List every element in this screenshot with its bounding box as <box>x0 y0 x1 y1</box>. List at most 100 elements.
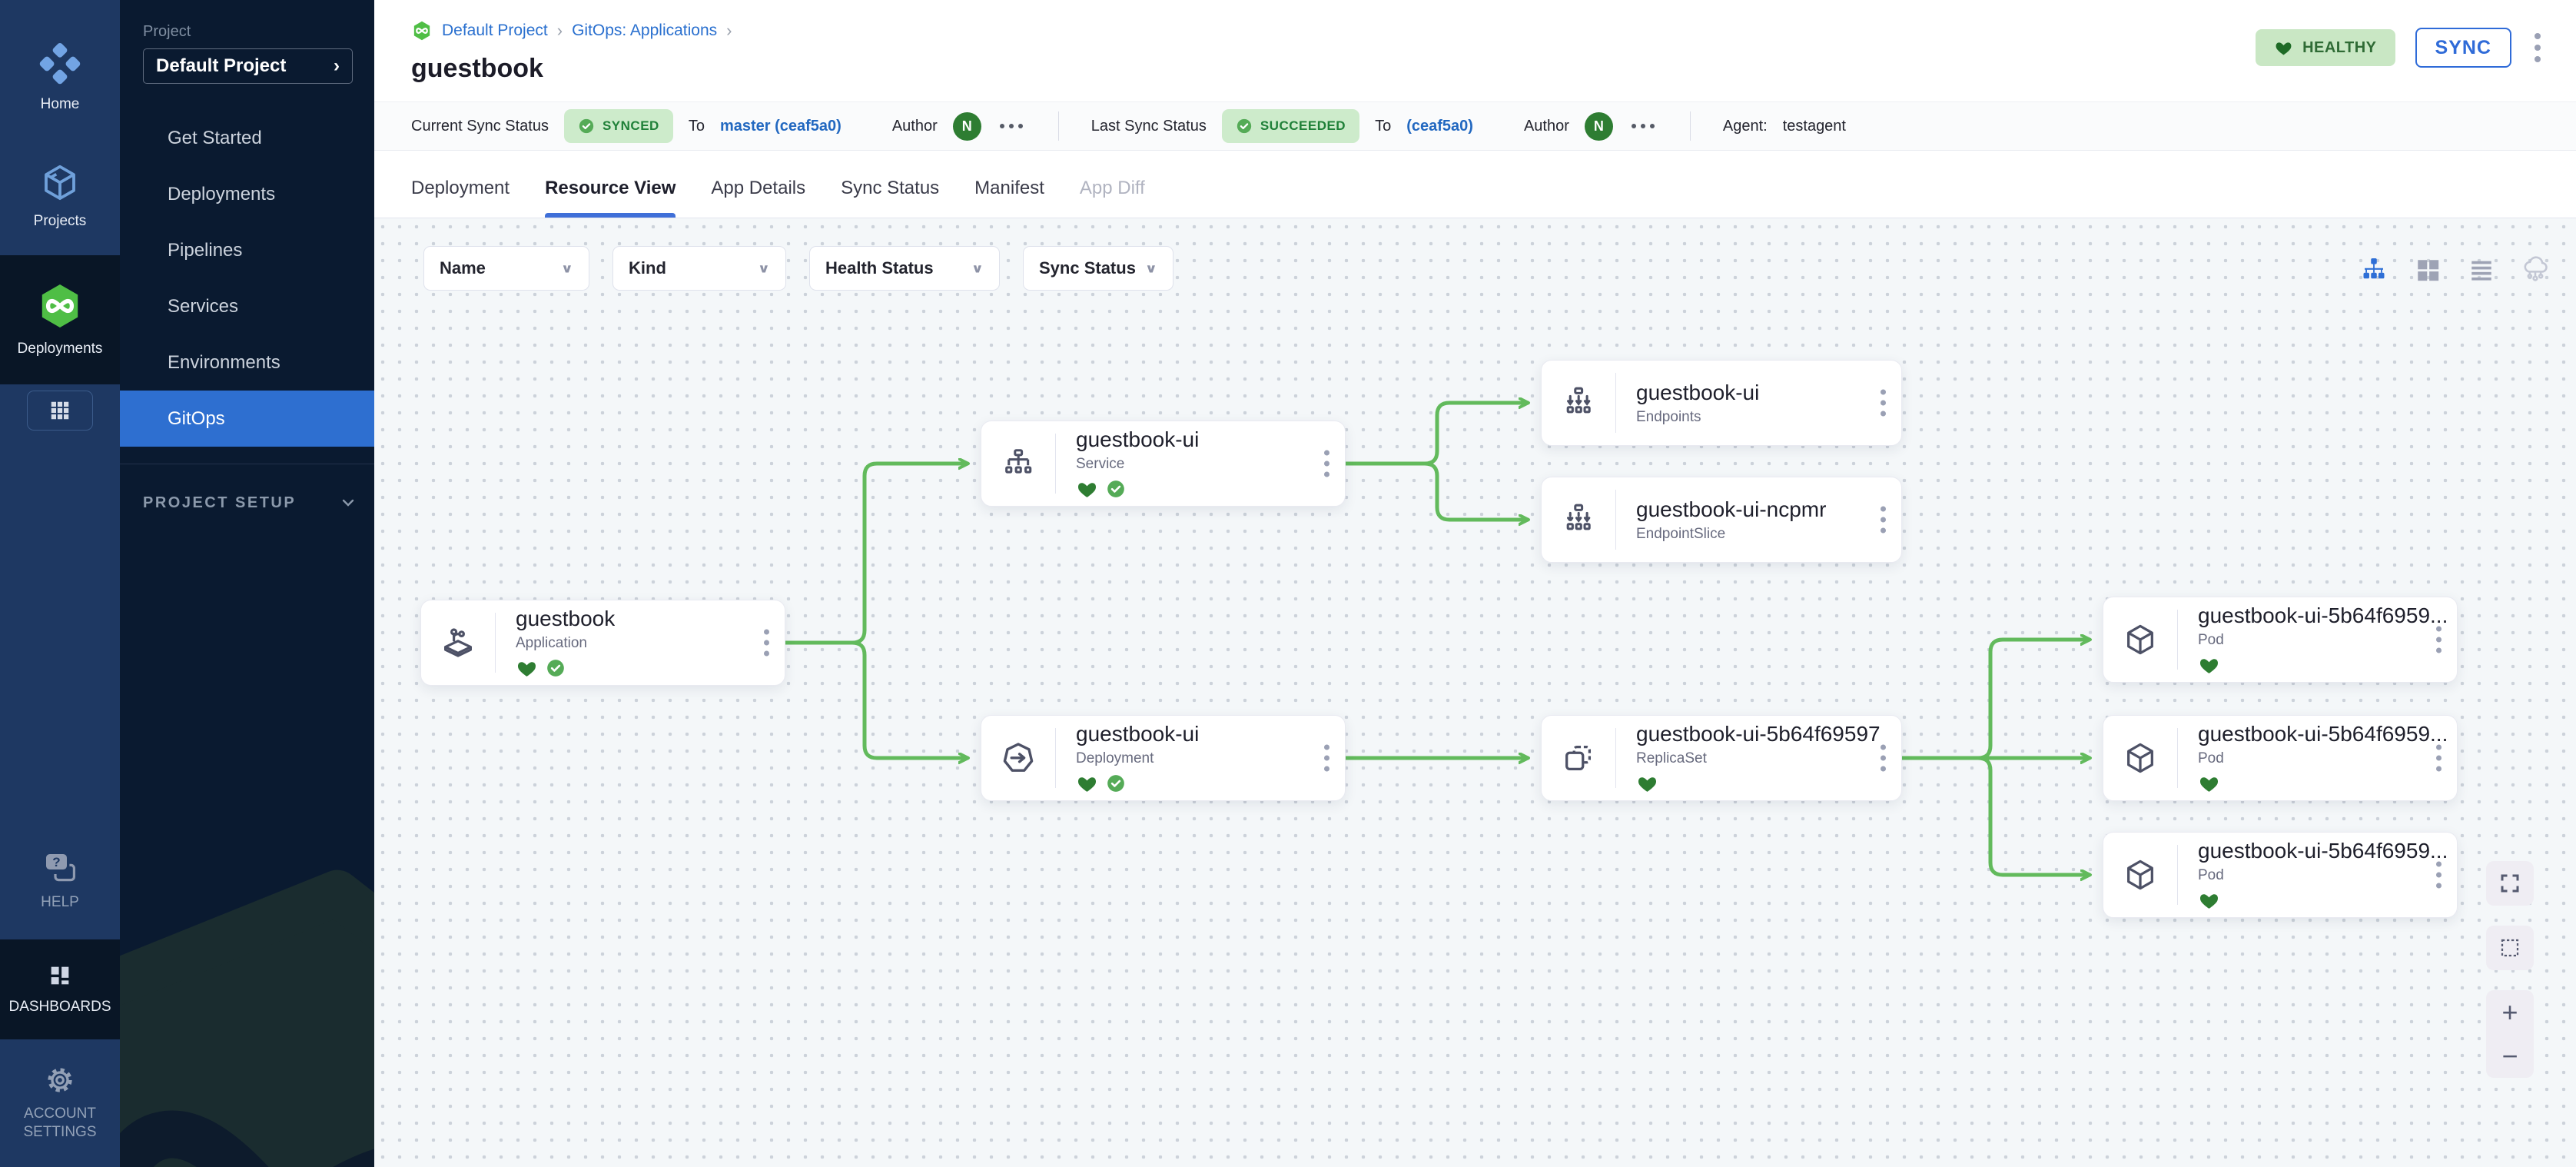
node-endpoints-guestbook-ui[interactable]: guestbook-ui Endpoints <box>1541 360 1902 446</box>
filter-sync-status-dropdown[interactable]: Sync Status∨ <box>1023 246 1173 291</box>
breadcrumb-separator: › <box>557 21 563 41</box>
marquee-select-button[interactable] <box>2486 926 2534 970</box>
sidebar-item-gitops[interactable]: GitOps <box>120 391 374 447</box>
sidebar-item-pipelines[interactable]: Pipelines <box>120 222 374 278</box>
last-sync-target-link[interactable]: (ceaf5a0) <box>1406 118 1473 135</box>
rail-item-deployments[interactable]: Deployments <box>0 268 120 372</box>
rail-item-dashboards[interactable]: DASHBOARDS <box>0 949 120 1030</box>
zoom-in-button[interactable]: + <box>2486 990 2534 1034</box>
canvas-controls: + − <box>2486 861 2534 1078</box>
sidebar-item-deployments[interactable]: Deployments <box>120 166 374 222</box>
healthy-heart-icon <box>516 657 538 680</box>
healthy-heart-icon <box>2198 889 2220 912</box>
author-more-icon[interactable] <box>1628 124 1658 128</box>
node-pod-3[interactable]: guestbook-ui-5b64f6959... Pod <box>2103 832 2458 918</box>
node-menu-kebab-icon[interactable] <box>1877 742 1889 775</box>
filter-health-status-dropdown[interactable]: Health Status∨ <box>809 246 1000 291</box>
filter-name-dropdown[interactable]: Name∨ <box>423 246 589 291</box>
agent-name: testagent <box>1783 118 1846 135</box>
fit-to-screen-button[interactable] <box>2486 861 2534 906</box>
node-menu-kebab-icon[interactable] <box>761 627 772 660</box>
to-label: To <box>1375 118 1391 135</box>
filter-kind-dropdown[interactable]: Kind∨ <box>612 246 786 291</box>
rail-account-settings-label: ACCOUNT SETTINGS <box>13 1105 107 1142</box>
node-kind: Pod <box>2198 867 2448 884</box>
rail-deployments-label: Deployments <box>18 340 103 358</box>
zoom-out-button[interactable]: − <box>2486 1034 2534 1078</box>
resource-filters: Name∨ Kind∨ Health Status∨ Sync Status∨ <box>423 246 1173 291</box>
node-status-icons <box>1076 773 1199 795</box>
rail-item-help[interactable]: ? HELP <box>0 836 120 926</box>
tab-manifest[interactable]: Manifest <box>974 178 1044 218</box>
pod-icon <box>2103 597 2177 682</box>
dashboards-icon <box>47 963 73 989</box>
project-sidebar: Project Default Project › Get Started De… <box>120 0 374 1167</box>
sidebar-item-environments[interactable]: Environments <box>120 334 374 391</box>
node-menu-kebab-icon[interactable] <box>1877 504 1889 537</box>
project-setup-toggle[interactable]: PROJECT SETUP <box>143 494 374 512</box>
rail-item-home[interactable]: Home <box>0 28 120 128</box>
resource-graph-canvas[interactable]: Name∨ Kind∨ Health Status∨ Sync Status∨ <box>374 218 2576 1167</box>
node-kind: Application <box>516 635 615 652</box>
tab-deployment[interactable]: Deployment <box>411 178 510 218</box>
synced-check-icon <box>1106 479 1126 499</box>
deployment-icon <box>981 716 1055 800</box>
service-icon <box>981 421 1055 506</box>
endpoints-icon <box>1542 361 1615 445</box>
project-selector[interactable]: Default Project › <box>143 48 353 84</box>
rail-item-account-settings[interactable]: ACCOUNT SETTINGS <box>10 1051 110 1155</box>
node-deployment-guestbook-ui[interactable]: guestbook-ui Deployment <box>981 715 1346 801</box>
grid-view-toggle[interactable] <box>2413 255 2442 284</box>
breadcrumb-gitops-applications[interactable]: GitOps: Applications <box>572 22 717 40</box>
node-name: guestbook-ui-ncpmr <box>1636 497 1826 522</box>
node-menu-kebab-icon[interactable] <box>2433 742 2445 775</box>
rail-item-projects[interactable]: Projects <box>0 148 120 244</box>
node-status-icons <box>1076 478 1199 500</box>
node-kind: Endpoints <box>1636 409 1759 426</box>
current-sync-target-link[interactable]: master (ceaf5a0) <box>720 118 842 135</box>
app-menu-kebab-icon[interactable] <box>2531 30 2544 65</box>
replicaset-icon <box>1542 716 1615 800</box>
author-more-icon[interactable] <box>997 124 1026 128</box>
sidebar-item-get-started[interactable]: Get Started <box>120 110 374 166</box>
node-menu-kebab-icon[interactable] <box>1321 447 1333 480</box>
tab-app-diff[interactable]: App Diff <box>1080 178 1145 218</box>
breadcrumb-project[interactable]: Default Project <box>442 22 548 40</box>
heart-icon <box>2274 38 2293 58</box>
node-menu-kebab-icon[interactable] <box>2433 623 2445 657</box>
node-name: guestbook-ui <box>1076 722 1199 746</box>
zoom-stack: + − <box>2486 990 2534 1078</box>
sync-status-bar: Current Sync Status SYNCED To master (ce… <box>374 101 2576 151</box>
tab-sync-status[interactable]: Sync Status <box>841 178 939 218</box>
breadcrumb: Default Project › GitOps: Applications › <box>411 20 2545 42</box>
agent-label: Agent: <box>1723 118 1768 135</box>
tab-resource-view[interactable]: Resource View <box>545 178 676 218</box>
node-name: guestbook-ui-5b64f69597 <box>1636 722 1881 746</box>
tab-app-details[interactable]: App Details <box>711 178 805 218</box>
sidebar-item-services[interactable]: Services <box>120 278 374 334</box>
tree-view-toggle[interactable] <box>2359 255 2388 284</box>
cluster-view-toggle[interactable] <box>2521 255 2550 284</box>
node-pod-2[interactable]: guestbook-ui-5b64f6959... Pod <box>2103 715 2458 801</box>
status-divider <box>1058 111 1059 141</box>
module-switcher-button[interactable] <box>27 391 93 431</box>
node-endpointslice-guestbook-ui-ncpmr[interactable]: guestbook-ui-ncpmr EndpointSlice <box>1541 477 1902 563</box>
pod-icon <box>2103 716 2177 800</box>
node-replicaset-guestbook-ui-5b64f69597[interactable]: guestbook-ui-5b64f69597 ReplicaSet <box>1541 715 1902 801</box>
page-title: guestbook <box>411 54 2545 84</box>
gitops-watermark <box>120 867 374 1167</box>
node-application-guestbook[interactable]: guestbook Application <box>420 600 785 686</box>
node-pod-1[interactable]: guestbook-ui-5b64f6959... Pod <box>2103 597 2458 683</box>
node-name: guestbook <box>516 607 615 631</box>
node-menu-kebab-icon[interactable] <box>1321 742 1333 775</box>
sync-button[interactable]: SYNC <box>2415 28 2511 68</box>
node-status-icons <box>2198 889 2448 912</box>
node-menu-kebab-icon[interactable] <box>2433 859 2445 892</box>
healthy-heart-icon <box>2198 654 2220 677</box>
node-service-guestbook-ui[interactable]: guestbook-ui Service <box>981 421 1346 507</box>
node-name: guestbook-ui-5b64f6959... <box>2198 603 2448 628</box>
last-sync-status-label: Last Sync Status <box>1091 118 1207 135</box>
node-menu-kebab-icon[interactable] <box>1877 387 1889 420</box>
node-name: guestbook-ui-5b64f6959... <box>2198 722 2448 746</box>
list-view-toggle[interactable] <box>2467 255 2496 284</box>
